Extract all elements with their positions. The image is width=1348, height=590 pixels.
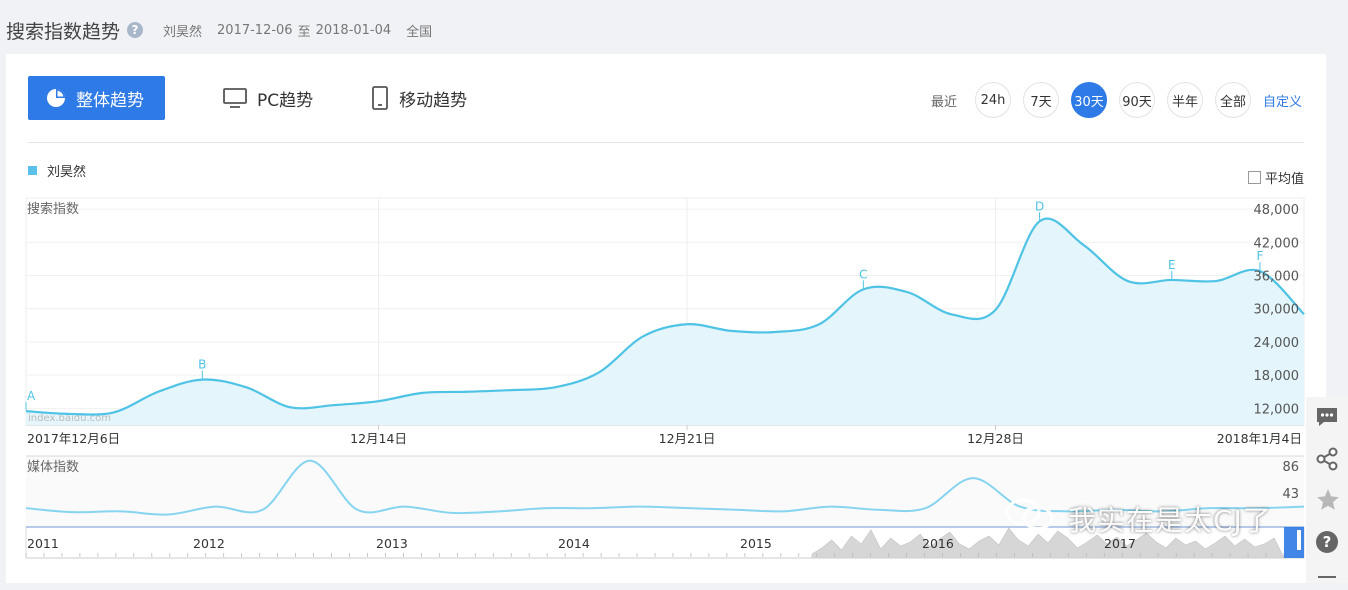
navigator-grip: [1297, 530, 1301, 550]
annotation-label[interactable]: E: [1168, 258, 1176, 272]
media-ytick-mid: 43: [1282, 487, 1299, 502]
star-icon[interactable]: [1315, 487, 1341, 517]
y-tick-label: 18,000: [1254, 369, 1300, 384]
overview-year-label: 2014: [558, 536, 590, 551]
annotation-label[interactable]: B: [198, 358, 206, 372]
share-icon[interactable]: [1315, 447, 1339, 475]
annotation-label[interactable]: D: [1035, 199, 1044, 213]
overview-year-label: 2013: [376, 536, 408, 551]
y-tick-label: 12,000: [1254, 402, 1300, 417]
watermark-text: 我实在是太CJ了: [1068, 503, 1272, 537]
menu-icon[interactable]: [1315, 571, 1339, 590]
annotation-label[interactable]: C: [859, 267, 867, 281]
svg-text:?: ?: [1323, 533, 1332, 551]
comment-icon[interactable]: [1315, 405, 1339, 433]
media-index-label: 媒体指数: [27, 460, 79, 475]
media-ytick-max: 86: [1282, 460, 1299, 475]
trend-chart: 搜索指数 index.baidu.com 48,00042,00036,0003…: [25, 197, 1305, 559]
x-tick-label: 12月14日: [350, 431, 407, 446]
overview-year-label: 2015: [740, 536, 772, 551]
x-tick-label: 12月28日: [967, 431, 1024, 446]
y-tick-label: 30,000: [1254, 303, 1300, 318]
overview-year-label: 2011: [27, 536, 59, 551]
x-tick-label: 12月21日: [659, 431, 716, 446]
x-tick-label: 2018年1月4日: [1217, 431, 1302, 446]
help-circle-icon[interactable]: ?: [1315, 530, 1339, 558]
overview-year-label: 2012: [193, 536, 225, 551]
y-tick-label: 48,000: [1254, 203, 1300, 218]
overview-year-label: 2016: [922, 536, 954, 551]
y-tick-label: 24,000: [1254, 336, 1300, 351]
y-axis-label: 搜索指数: [27, 202, 79, 217]
y-tick-label: 36,000: [1254, 270, 1300, 285]
x-axis-labels: 2017年12月6日 12月14日 12月21日 12月28日 2018年1月4日: [27, 425, 1302, 446]
annotation-label[interactable]: F: [1256, 249, 1263, 263]
x-tick-label: 2017年12月6日: [27, 431, 120, 446]
wechat-icon: [1004, 498, 1056, 539]
side-toolbar: ?: [1306, 397, 1348, 583]
wechat-watermark: 我实在是太CJ了: [1004, 498, 1272, 539]
annotation-label[interactable]: A: [27, 389, 36, 403]
